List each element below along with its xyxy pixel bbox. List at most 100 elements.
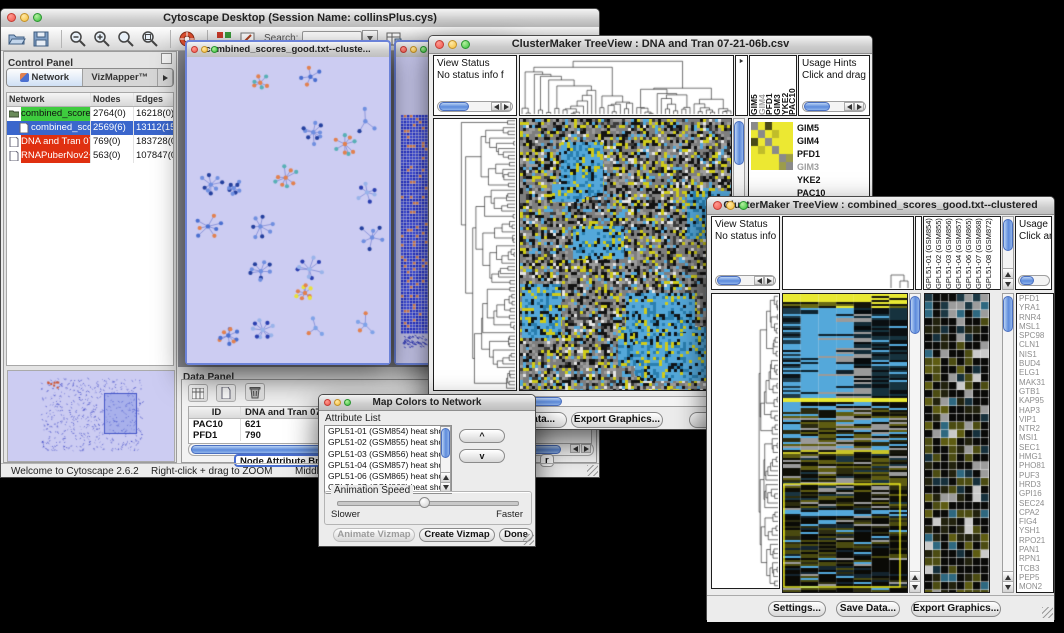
scroll-left-arrow[interactable] [754, 276, 764, 285]
gene-label[interactable]: GIM4 [797, 135, 867, 148]
network-table-header[interactable]: Network Nodes Edges [7, 93, 173, 107]
gene-label[interactable]: HRD3 [1019, 480, 1053, 489]
gene-label[interactable]: CLN1 [1019, 340, 1053, 349]
scroll-down-arrow[interactable] [1003, 581, 1013, 592]
gene-label[interactable]: SPC98 [1019, 331, 1053, 340]
gene-label[interactable]: GIM3 [797, 161, 867, 174]
zoom-fit-icon[interactable] [116, 29, 136, 49]
minimize-button[interactable] [201, 46, 208, 53]
global-hscrollbar[interactable] [519, 396, 732, 407]
heatmap-canvas[interactable] [519, 118, 732, 391]
gene-label[interactable]: SEC1 [1019, 443, 1053, 452]
save-data-button[interactable]: Save Data... [836, 601, 900, 617]
gene-label[interactable]: MSL1 [1019, 322, 1053, 331]
gene-label[interactable]: TCB3 [1019, 564, 1053, 573]
gene-label[interactable]: RPN1 [1019, 554, 1053, 563]
gene-label[interactable]: YKE2 [797, 174, 867, 187]
gene-label[interactable]: HMG1 [1019, 452, 1053, 461]
network1-titlebar[interactable]: combined_scores_good.txt--cluste... [187, 42, 389, 58]
float-panel-icon[interactable] [161, 53, 172, 64]
heatmap-vscrollbar[interactable] [909, 293, 921, 593]
close-button[interactable] [435, 40, 444, 49]
scroll-left-arrow[interactable] [570, 444, 580, 453]
attribute-item[interactable]: GPL51-06 (GSM865) heat shock 40 min [325, 471, 451, 482]
attribute-item[interactable]: GPL51-02 (GSM855) heat shock 10 min [325, 437, 451, 448]
view-status-hscrollbar[interactable] [437, 101, 513, 112]
scroll-right-arrow[interactable] [501, 102, 511, 111]
scroll-left-arrow[interactable] [491, 102, 501, 111]
gene-label[interactable]: PFD1 [797, 148, 867, 161]
open-folder-icon[interactable] [7, 29, 27, 49]
gene-label[interactable]: VIP1 [1019, 415, 1053, 424]
close-button[interactable] [191, 46, 198, 53]
slider-knob[interactable] [419, 497, 430, 508]
create-vizmap-button[interactable]: Create Vizmap [419, 528, 495, 542]
minimize-button[interactable] [448, 40, 457, 49]
network-canvas-1[interactable] [187, 57, 389, 363]
network-row-rnapuber[interactable]: RNAPuberNov2+ 563(0) 107847(0) [7, 149, 173, 163]
treeview2-titlebar[interactable]: ClusterMaker TreeView : combined_scores_… [707, 197, 1054, 215]
scroll-down-arrow[interactable] [910, 581, 920, 592]
gene-label[interactable]: PHO81 [1019, 461, 1053, 470]
trash-icon[interactable] [245, 383, 265, 401]
gene-label[interactable]: YSH1 [1019, 526, 1053, 535]
zoom-in-icon[interactable] [92, 29, 112, 49]
attribute-item[interactable]: GPL51-01 (GSM854) heat shock 05 min [325, 426, 451, 437]
col-nodes[interactable]: Nodes [91, 93, 134, 106]
resize-grip[interactable] [1042, 607, 1053, 618]
gene-label[interactable]: SEC24 [1019, 499, 1053, 508]
scroll-up-arrow[interactable] [441, 472, 450, 482]
resize-grip[interactable] [587, 465, 598, 476]
minimize-button[interactable] [334, 399, 341, 406]
column-dendrogram-canvas[interactable] [519, 55, 734, 116]
gene-label[interactable]: MON2 [1019, 582, 1053, 591]
main-titlebar[interactable]: Cytoscape Desktop (Session Name: collins… [1, 9, 599, 28]
tab-overflow-arrow[interactable] [158, 69, 173, 86]
scroll-right-arrow[interactable] [854, 102, 864, 111]
move-down-button[interactable]: v [459, 449, 505, 463]
animate-vizmap-button[interactable]: Animate Vizmap [333, 528, 415, 542]
scroll-down-arrow[interactable] [1003, 278, 1013, 289]
scroll-right-arrow[interactable] [764, 276, 774, 285]
network-row-dna-tran[interactable]: DNA and Tran 07 769(0) 183728(0) [7, 135, 173, 149]
column-label[interactable]: GIM3 [773, 56, 781, 115]
column-label[interactable]: GIM5 [750, 56, 758, 115]
heatmap-canvas[interactable] [782, 293, 908, 593]
row-dendrogram-canvas[interactable] [433, 118, 517, 391]
close-button[interactable] [7, 13, 16, 22]
column-label[interactable]: PFD1 [765, 56, 773, 115]
zoom-heatmap-canvas[interactable] [924, 293, 990, 593]
usage-hints-hscrollbar[interactable] [802, 101, 866, 112]
settings-button[interactable]: Settings... [768, 601, 826, 617]
column-labels-panel[interactable]: GPL51-01 (GSM854)GPL51-02 (GSM855)GPL51-… [923, 216, 1001, 290]
col-network[interactable]: Network [7, 93, 91, 106]
minimize-button[interactable] [410, 46, 417, 53]
treeview1-titlebar[interactable]: ClusterMaker TreeView : DNA and Tran 07-… [429, 36, 872, 54]
zoom-button[interactable] [33, 13, 42, 22]
column-label[interactable]: GPL51-03 (GSM856) [944, 217, 954, 289]
dialog-titlebar[interactable]: Map Colors to Network [319, 395, 535, 411]
attribute-item[interactable]: GPL51-03 (GSM856) heat shock 15 min [325, 449, 451, 460]
scroll-right-arrow[interactable] [581, 444, 591, 453]
gene-label[interactable]: GTB1 [1019, 387, 1053, 396]
gene-label[interactable]: BUD4 [1019, 359, 1053, 368]
minimize-button[interactable] [20, 13, 29, 22]
gene-label[interactable]: FIG4 [1019, 517, 1053, 526]
gene-label[interactable]: RNR4 [1019, 313, 1053, 322]
close-button[interactable] [400, 46, 407, 53]
column-label[interactable]: PAC10 [788, 56, 796, 115]
gene-label[interactable]: NTR2 [1019, 424, 1053, 433]
zoom-button[interactable] [739, 201, 748, 210]
scroll-left-arrow[interactable] [844, 102, 854, 111]
column-label[interactable]: GPL51-04 (GSM857) [954, 217, 964, 289]
close-button[interactable] [713, 201, 722, 210]
network-row-selected[interactable]: combined_sco 2569(6) 13112(15) [7, 121, 173, 135]
zoom-button[interactable] [344, 399, 351, 406]
export-graphics-button[interactable]: Export Graphics... [911, 601, 1001, 617]
gene-label[interactable]: HAP3 [1019, 406, 1053, 415]
zoom-button[interactable] [211, 46, 218, 53]
gene-label[interactable]: GPI16 [1019, 489, 1053, 498]
column-labels-panel[interactable]: GIM5GIM4PFD1GIM3YKE2PAC10 [749, 55, 797, 116]
gene-label[interactable]: GIM5 [797, 122, 867, 135]
column-label[interactable]: GPL51-01 (GSM854) [924, 217, 934, 289]
